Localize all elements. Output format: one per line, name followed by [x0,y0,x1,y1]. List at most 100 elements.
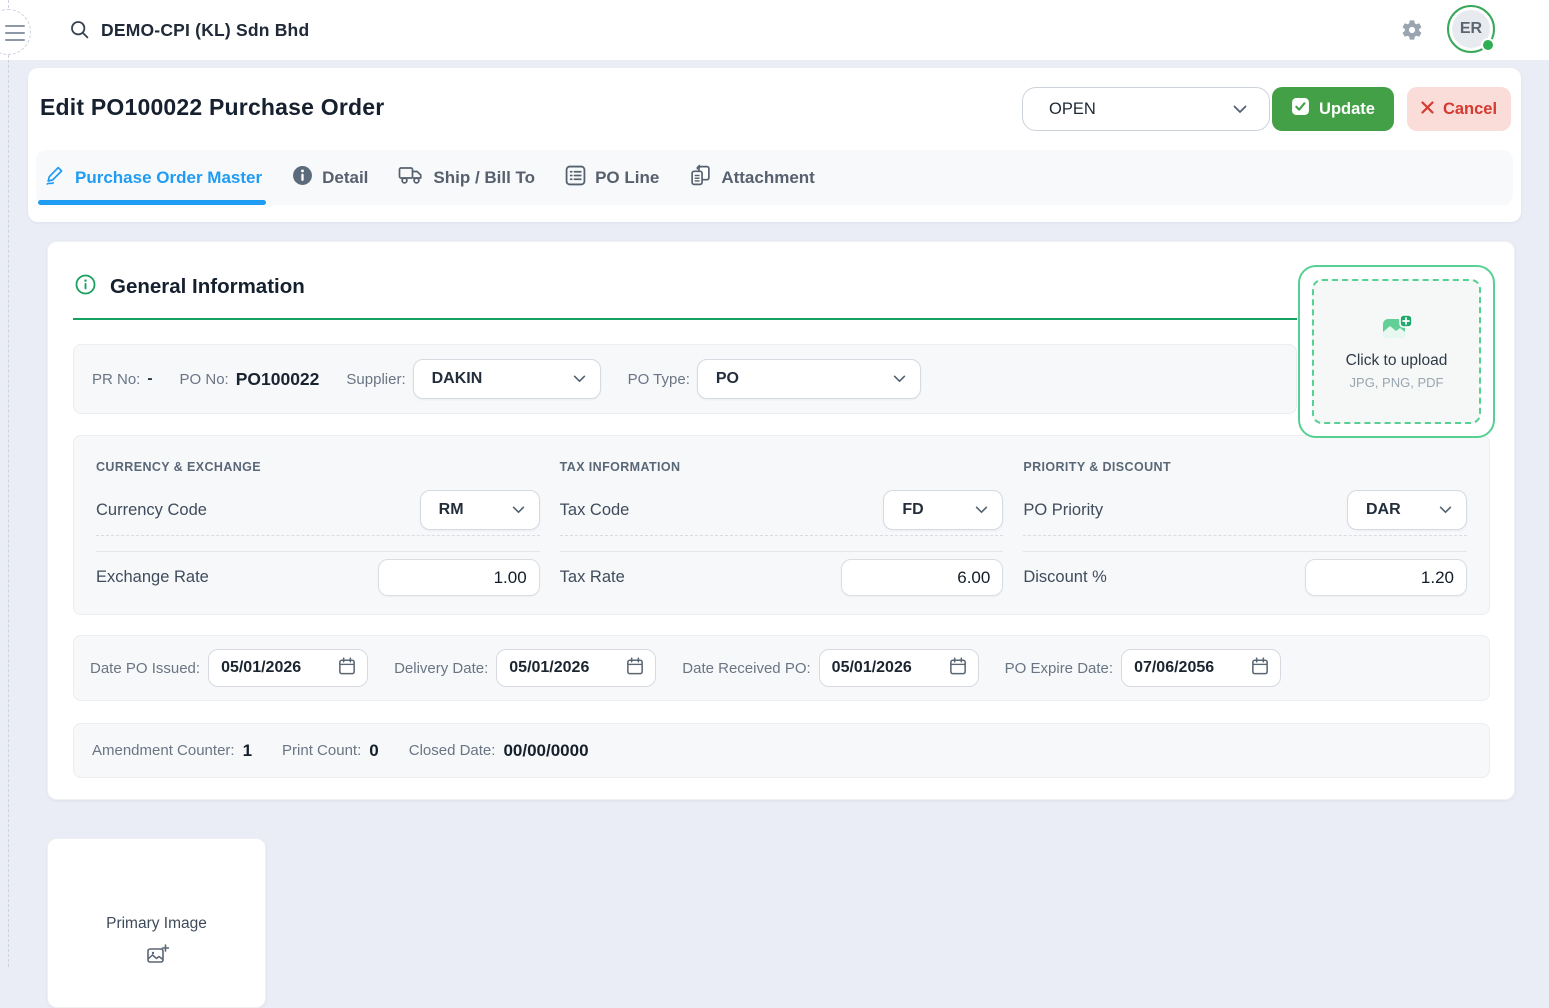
page-title: Edit PO100022 Purchase Order [40,94,384,121]
tax-rate-input[interactable]: 6.00 [841,559,1003,596]
divider [96,535,540,536]
attachment-icon [689,164,712,192]
divider [96,551,540,552]
amendment-counter-value: 1 [243,741,252,761]
status-select[interactable]: OPEN [1022,87,1270,131]
status-select-value: OPEN [1049,100,1096,119]
tab-label: Attachment [721,168,815,188]
divider [1023,551,1467,552]
closed-date-field: Closed Date: 00/00/0000 [409,741,589,761]
update-button[interactable]: Update [1272,87,1394,131]
divider [560,535,1004,536]
divider [1023,535,1467,536]
print-count-field: Print Count: 0 [282,741,379,761]
po-no-value: PO100022 [236,369,320,390]
tax-rate-value: 6.00 [957,568,990,588]
exchange-rate-input[interactable]: 1.00 [378,559,540,596]
tab-detail[interactable]: Detail [292,150,368,205]
po-expire-date-field: PO Expire Date: 07/06/2056 [1005,649,1281,687]
tab-po-line[interactable]: PO Line [565,150,659,205]
date-received-po-input[interactable]: 05/01/2026 [819,649,979,687]
po-line-icon [565,165,586,191]
top-bar: DEMO-CPI (KL) Sdn Bhd ER [0,0,1549,61]
chevron-down-icon [512,501,525,519]
discount-value: 1.20 [1421,568,1454,588]
currency-code-label: Currency Code [96,501,207,520]
delivery-date-field: Delivery Date: 05/01/2026 [394,649,656,687]
print-count-label: Print Count: [282,742,361,759]
currency-code-select[interactable]: RM [420,490,540,530]
search-icon[interactable] [70,20,90,45]
primary-image-card[interactable]: Primary Image [47,838,266,1008]
currency-exchange-column: CURRENCY & EXCHANGE Currency Code RM Exc… [96,460,540,614]
date-po-issued-label: Date PO Issued: [90,660,200,677]
tab-label: Purchase Order Master [75,168,262,188]
upload-dropzone[interactable]: Click to upload JPG, PNG, PDF [1298,265,1495,438]
date-po-issued-field: Date PO Issued: 05/01/2026 [90,649,368,687]
currency-code-select-value: RM [439,501,464,519]
tab-label: PO Line [595,168,659,188]
date-po-issued-value: 05/01/2026 [221,659,301,677]
sidebar-collapsed-rail [8,0,9,967]
priority-discount-column: PRIORITY & DISCOUNT PO Priority DAR Disc… [1023,460,1467,614]
date-po-issued-input[interactable]: 05/01/2026 [208,649,368,687]
active-tab-underline [38,200,266,205]
column-heading: TAX INFORMATION [560,460,1004,474]
tax-rate-label: Tax Rate [560,568,625,587]
section-title: General Information [110,275,305,299]
calendar-icon [625,656,645,681]
tax-code-select-value: FD [902,501,923,519]
pr-no-field: PR No: - [92,370,153,388]
dates-panel: Date PO Issued: 05/01/2026 Delivery Date… [73,635,1490,701]
update-button-label: Update [1319,100,1375,119]
delivery-date-label: Delivery Date: [394,660,488,677]
tax-code-label: Tax Code [560,501,630,520]
cancel-button[interactable]: Cancel [1407,87,1511,131]
closed-date-value: 00/00/0000 [503,741,588,761]
discount-input[interactable]: 1.20 [1305,559,1467,596]
supplier-label: Supplier: [346,371,405,388]
date-received-po-value: 05/01/2026 [832,659,912,677]
supplier-select-value: DAKIN [432,370,483,388]
tab-label: Ship / Bill To [433,168,535,188]
po-expire-date-input[interactable]: 07/06/2056 [1121,649,1281,687]
po-type-select[interactable]: PO [697,359,921,399]
avatar[interactable]: ER [1447,5,1495,53]
chevron-down-icon [1439,501,1452,519]
delivery-date-input[interactable]: 05/01/2026 [496,649,656,687]
print-count-value: 0 [369,741,378,761]
page-header-card: Edit PO100022 Purchase Order OPEN Update… [28,68,1521,222]
closed-date-label: Closed Date: [409,742,496,759]
po-priority-label: PO Priority [1023,501,1103,520]
pr-no-value: - [147,370,152,388]
tab-label: Detail [322,168,368,188]
truck-icon [398,164,424,191]
tab-attachment[interactable]: Attachment [689,150,815,205]
po-expire-date-value: 07/06/2056 [1134,659,1214,677]
online-status-dot [1481,38,1495,52]
section-divider [73,318,1297,320]
general-information-card: General Information Click to upload JPG,… [47,241,1515,800]
calendar-icon [337,656,357,681]
tax-code-select[interactable]: FD [883,490,1003,530]
delivery-date-value: 05/01/2026 [509,659,589,677]
calendar-icon [1250,656,1270,681]
tab-purchase-order-master[interactable]: Purchase Order Master [44,150,262,205]
po-expire-date-label: PO Expire Date: [1005,660,1113,677]
exchange-rate-label: Exchange Rate [96,568,209,587]
supplier-select[interactable]: DAKIN [413,359,601,399]
tab-ship-bill-to[interactable]: Ship / Bill To [398,150,535,205]
date-received-po-label: Date Received PO: [682,660,810,677]
chevron-down-icon [573,370,586,388]
po-no-label: PO No: [180,371,229,388]
po-type-field: PO Type: PO [628,359,921,399]
image-upload-icon [1381,314,1413,347]
po-priority-select[interactable]: DAR [1347,490,1467,530]
chevron-down-icon [1233,100,1247,119]
gear-icon[interactable] [1400,18,1424,47]
amendment-counter-label: Amendment Counter: [92,742,235,759]
counters-panel: Amendment Counter: 1 Print Count: 0 Clos… [73,723,1490,778]
image-add-icon [145,933,169,972]
tab-bar: Purchase Order Master Detail Ship / Bill… [36,150,1513,205]
primary-image-label: Primary Image [106,915,207,933]
